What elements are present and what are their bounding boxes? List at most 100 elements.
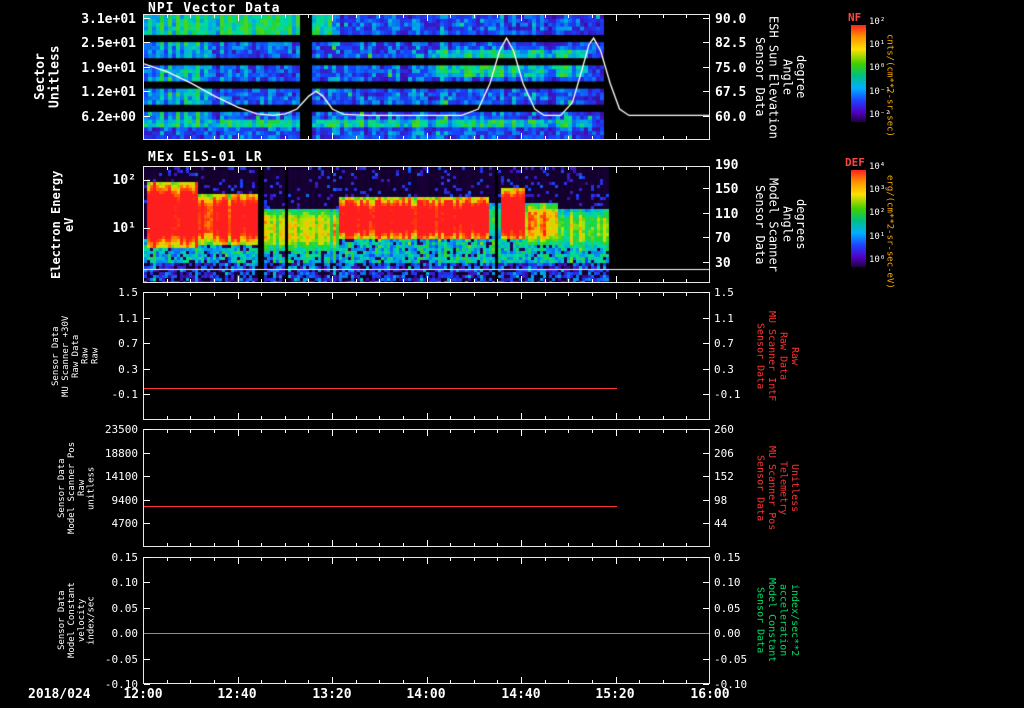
p5-right-tick-0: 0.15 — [714, 551, 741, 564]
x-axis-tick — [403, 136, 404, 139]
x-axis-tick — [450, 136, 451, 139]
x-axis-tick — [238, 276, 239, 282]
x-axis-tick — [403, 430, 404, 433]
x-axis-tick — [356, 680, 357, 683]
p3-left-tick-4: -0.1 — [111, 388, 139, 401]
axis-label-line: Model Constant — [766, 578, 777, 663]
els-panel-title: MEx ELS-01 LR — [148, 150, 263, 165]
x-axis-tick — [592, 543, 593, 546]
y-axis-tick — [144, 292, 150, 293]
x-axis-tick — [450, 293, 451, 296]
x-axis-tick — [545, 416, 546, 419]
x-axis-tick — [474, 416, 475, 419]
x-axis-tick — [686, 680, 687, 683]
x-axis-tick — [521, 167, 522, 173]
x-axis-tick — [356, 15, 357, 18]
p2-right-tick-3: 70 — [715, 231, 731, 246]
y-axis-tick — [703, 166, 709, 167]
axis-label-line: unitless — [86, 466, 97, 510]
npi-y-axis-label: Sector Unitless — [33, 14, 70, 140]
def-colorbar-title: DEF — [845, 156, 865, 169]
axis-label-line: acceleration — [777, 584, 789, 657]
x-axis-tick — [214, 543, 215, 546]
p2-right-tick-1: 150 — [715, 182, 739, 197]
x-axis-tick — [521, 677, 522, 683]
y-axis-tick — [703, 429, 709, 430]
y-axis-tick — [144, 228, 150, 229]
p3-left-tick-0: 1.5 — [118, 286, 138, 299]
mu-scanner-intf-right-axis-label: Sensor Data MU Scanner IntF Raw Data Raw — [754, 292, 802, 420]
plot-screen: NPI Vector Data MEx ELS-01 LR Sector Uni… — [0, 0, 1024, 708]
y-axis-tick — [703, 582, 709, 583]
x-axis-tick — [639, 416, 640, 419]
x-axis-tick — [379, 136, 380, 139]
x-axis-tick — [568, 680, 569, 683]
axis-label-line: Unitless — [789, 463, 800, 513]
p5-left-tick-2: 0.05 — [111, 602, 139, 615]
x-axis-tick — [403, 15, 404, 18]
x-axis-tick — [450, 543, 451, 546]
y-axis-tick — [144, 523, 150, 524]
x-axis-tick — [616, 558, 617, 564]
x-axis-tick — [474, 279, 475, 282]
axis-label-line: MU Scanner Pos — [766, 445, 777, 531]
p4-left-tick-0: 23500 — [104, 423, 138, 436]
x-axis-tick — [663, 558, 664, 561]
x-axis-tick — [474, 680, 475, 683]
x-axis-tick — [568, 136, 569, 139]
x-axis-tick — [686, 430, 687, 433]
x-axis-tick — [308, 416, 309, 419]
p3-right-tick-1: 1.1 — [714, 312, 734, 325]
x-axis-tick — [356, 136, 357, 139]
x-axis-tick — [238, 293, 239, 299]
x-axis-tick — [616, 293, 617, 299]
p2-right-tick-4: 30 — [715, 256, 731, 271]
x-axis-tick — [190, 543, 191, 546]
x-axis-tick — [521, 540, 522, 546]
y-axis-tick — [703, 453, 709, 454]
x-axis-tick — [167, 680, 168, 683]
x-axis-tick — [214, 293, 215, 296]
x-axis-tick — [167, 136, 168, 139]
x-axis-tick — [238, 167, 239, 173]
x-axis-tick — [285, 680, 286, 683]
p1-left-tick-4: 6.2e+00 — [81, 110, 136, 125]
x-axis-tick — [238, 413, 239, 419]
x-axis-tick — [308, 167, 309, 170]
y-axis-tick — [144, 18, 150, 19]
x-axis-tick-4: 14:40 — [501, 687, 541, 702]
x-axis-tick — [238, 677, 239, 683]
model-scanner-pos-panel — [143, 429, 710, 547]
x-axis-tick — [167, 416, 168, 419]
axis-label-line: index/sec**2 — [789, 584, 800, 657]
x-axis-tick — [639, 15, 640, 18]
x-axis-tick — [308, 136, 309, 139]
x-axis-tick — [190, 167, 191, 170]
x-axis-tick — [238, 540, 239, 546]
x-axis-tick — [686, 543, 687, 546]
nf-colorbar-title: NF — [848, 11, 862, 24]
p3-right-tick-2: 0.7 — [714, 337, 734, 350]
x-axis-tick — [285, 543, 286, 546]
x-axis-tick — [308, 558, 309, 561]
p4-left-tick-3: 9400 — [111, 494, 139, 507]
y-axis-tick — [703, 292, 709, 293]
x-axis-tick — [497, 15, 498, 18]
x-axis-tick — [474, 558, 475, 561]
x-axis-tick — [285, 416, 286, 419]
x-axis-tick — [521, 276, 522, 282]
x-axis-tick — [497, 167, 498, 170]
p1-left-tick-3: 1.2e+01 — [81, 85, 136, 100]
y-axis-tick — [703, 523, 709, 524]
x-axis-tick — [686, 167, 687, 170]
x-axis-tick — [545, 136, 546, 139]
x-axis-tick — [616, 413, 617, 419]
x-axis-tick — [190, 136, 191, 139]
x-axis-tick — [356, 416, 357, 419]
x-axis-tick — [285, 136, 286, 139]
y-axis-tick — [703, 684, 709, 685]
y-axis-tick — [144, 318, 150, 319]
x-axis-tick — [308, 293, 309, 296]
x-axis-tick — [332, 677, 333, 683]
x-axis-tick — [167, 167, 168, 170]
